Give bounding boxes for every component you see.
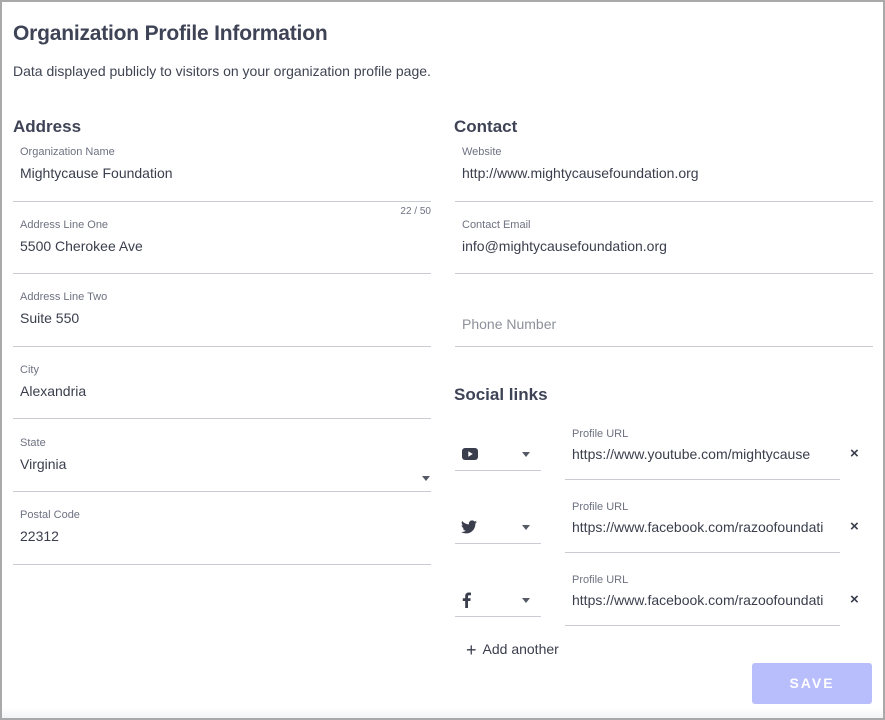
postal-code-value[interactable]: 22312 bbox=[20, 528, 427, 544]
save-button[interactable]: SAVE bbox=[752, 663, 872, 704]
remove-link-button[interactable]: × bbox=[850, 591, 859, 608]
facebook-icon bbox=[462, 592, 471, 608]
city-field[interactable]: City Alexandria bbox=[13, 360, 431, 419]
profile-url-value[interactable]: https://www.facebook.com/razoofoundati bbox=[572, 592, 836, 608]
profile-url-label: Profile URL bbox=[572, 428, 629, 440]
chevron-down-icon[interactable] bbox=[422, 476, 430, 481]
page-subtitle: Data displayed publicly to visitors on y… bbox=[13, 63, 431, 79]
contact-email-label: Contact Email bbox=[462, 219, 531, 231]
twitter-icon bbox=[461, 520, 477, 534]
social-links-heading: Social links bbox=[454, 385, 548, 404]
organization-name-field[interactable]: Organization Name Mightycause Foundation… bbox=[13, 142, 431, 217]
state-value[interactable]: Virginia bbox=[20, 456, 427, 472]
profile-url-field-1[interactable]: Profile URL https://www.youtube.com/migh… bbox=[565, 424, 840, 480]
social-platform-select-facebook[interactable] bbox=[455, 587, 541, 617]
organization-name-label: Organization Name bbox=[20, 146, 115, 158]
address-heading: Address bbox=[13, 117, 82, 136]
chevron-down-icon[interactable] bbox=[522, 525, 530, 530]
profile-url-label: Profile URL bbox=[572, 574, 629, 586]
profile-url-value[interactable]: https://www.youtube.com/mightycause bbox=[572, 446, 836, 462]
address-line-two-field[interactable]: Address Line Two Suite 550 bbox=[13, 287, 431, 347]
website-label: Website bbox=[462, 146, 502, 158]
chevron-down-icon[interactable] bbox=[522, 598, 530, 603]
remove-link-button[interactable]: × bbox=[850, 445, 859, 462]
phone-number-field[interactable]: Phone Number bbox=[455, 287, 873, 347]
address-line-two-value[interactable]: Suite 550 bbox=[20, 310, 427, 326]
plus-icon: + bbox=[466, 640, 477, 660]
contact-email-field[interactable]: Contact Email info@mightycausefoundation… bbox=[455, 215, 873, 274]
profile-url-field-3[interactable]: Profile URL https://www.facebook.com/raz… bbox=[565, 570, 840, 626]
postal-code-label: Postal Code bbox=[20, 509, 80, 521]
state-label: State bbox=[20, 437, 46, 449]
social-platform-select-youtube[interactable] bbox=[455, 441, 541, 471]
profile-url-field-2[interactable]: Profile URL https://www.facebook.com/raz… bbox=[565, 497, 840, 553]
city-label: City bbox=[20, 364, 39, 376]
website-value[interactable]: http://www.mightycausefoundation.org bbox=[462, 165, 869, 181]
page-title: Organization Profile Information bbox=[13, 22, 328, 45]
contact-heading: Contact bbox=[454, 117, 518, 136]
state-select[interactable]: State Virginia bbox=[13, 433, 431, 492]
city-value[interactable]: Alexandria bbox=[20, 383, 427, 399]
profile-url-value[interactable]: https://www.facebook.com/razoofoundati bbox=[572, 519, 836, 535]
add-another-label: Add another bbox=[482, 641, 559, 657]
postal-code-field[interactable]: Postal Code 22312 bbox=[13, 505, 431, 565]
organization-name-value[interactable]: Mightycause Foundation bbox=[20, 165, 427, 181]
add-another-button[interactable]: + Add another bbox=[466, 640, 559, 661]
phone-number-placeholder: Phone Number bbox=[462, 316, 557, 332]
remove-link-button[interactable]: × bbox=[850, 518, 859, 535]
chevron-down-icon[interactable] bbox=[522, 452, 530, 457]
address-line-one-value[interactable]: 5500 Cherokee Ave bbox=[20, 238, 427, 254]
youtube-icon bbox=[462, 448, 478, 460]
address-line-one-label: Address Line One bbox=[20, 219, 109, 231]
profile-url-label: Profile URL bbox=[572, 501, 629, 513]
footer-shadow bbox=[2, 708, 883, 718]
address-line-one-field[interactable]: Address Line One 5500 Cherokee Ave bbox=[13, 215, 431, 274]
contact-email-value[interactable]: info@mightycausefoundation.org bbox=[462, 238, 869, 254]
website-field[interactable]: Website http://www.mightycausefoundation… bbox=[455, 142, 873, 202]
social-platform-select-twitter[interactable] bbox=[455, 514, 541, 544]
address-line-two-label: Address Line Two bbox=[20, 291, 108, 303]
